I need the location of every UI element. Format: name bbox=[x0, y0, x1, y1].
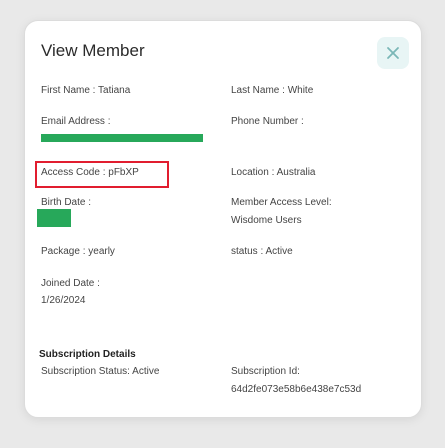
member-access-label: Member Access Level: bbox=[231, 197, 332, 208]
email-label: Email Address : bbox=[41, 116, 111, 127]
joined-date-label: Joined Date : bbox=[41, 278, 100, 289]
location: Location : Australia bbox=[231, 167, 316, 178]
member-access-value: Wisdome Users bbox=[231, 215, 302, 226]
close-button[interactable] bbox=[377, 37, 409, 69]
subscription-id-label: Subscription Id: bbox=[231, 366, 300, 377]
subscription-id-value: 64d2fe073e58b6e438e7c53d bbox=[231, 384, 362, 395]
modal-title: View Member bbox=[41, 41, 145, 60]
package: Package : yearly bbox=[41, 246, 115, 257]
access-code: Access Code : pFbXP bbox=[41, 167, 139, 178]
subscription-status: Subscription Status: Active bbox=[41, 366, 160, 377]
birth-date-label: Birth Date : bbox=[41, 197, 92, 208]
close-icon bbox=[387, 47, 399, 59]
email-redacted bbox=[41, 134, 203, 142]
last-name: Last Name : White bbox=[231, 85, 314, 96]
joined-date-value: 1/26/2024 bbox=[41, 295, 86, 306]
first-name: First Name : Tatiana bbox=[41, 85, 131, 96]
view-member-modal: View Member First Name : Tatiana Last Na… bbox=[24, 20, 422, 418]
birth-date-redacted bbox=[37, 209, 71, 227]
phone-label: Phone Number : bbox=[231, 116, 304, 127]
status: status : Active bbox=[231, 246, 293, 257]
subscription-heading: Subscription Details bbox=[39, 349, 136, 360]
